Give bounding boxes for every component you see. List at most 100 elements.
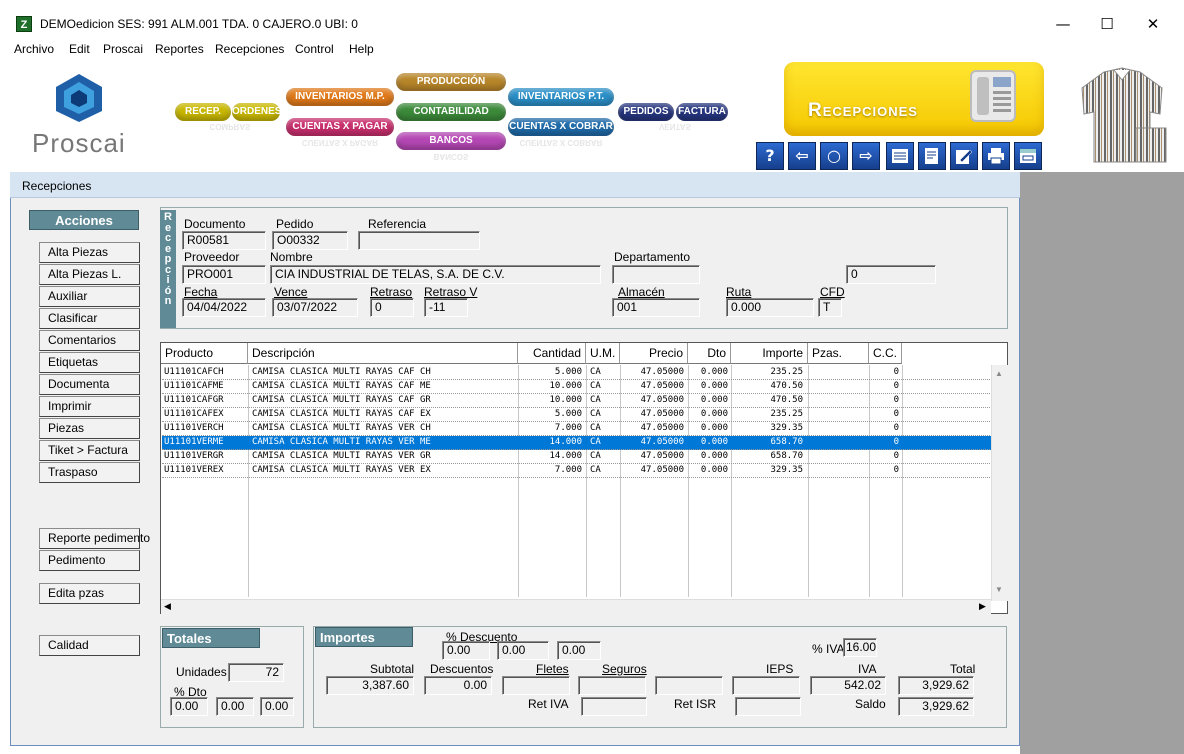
departamento-number-field[interactable]: 0 [846,265,936,284]
cell-importe: 470.50 [770,395,803,405]
print-icon[interactable] [982,142,1010,170]
cfd-field[interactable]: T [818,298,842,317]
almacen-field[interactable]: 001 [612,298,700,317]
window-icon[interactable] [1014,142,1042,170]
edita-pzas-button[interactable]: Edita pzas [39,583,140,604]
table-row[interactable]: U11101CAFCH CAMISA CLASICA MULTI RAYAS CA… [162,366,992,380]
nombre-field[interactable]: CIA INDUSTRIAL DE TELAS, S.A. DE C.V. [270,265,601,284]
scroll-left-icon[interactable]: ◀ [164,601,171,612]
module-inventarios-mp-button[interactable]: INVENTARIOS M.P. [286,88,394,106]
menu-reportes[interactable]: Reportes [155,42,204,56]
vertical-scrollbar[interactable]: ▲ ▼ [991,365,1008,601]
reporte-pedimento-button[interactable]: Reporte pedimento [39,528,150,549]
cell-precio: 47.05000 [640,451,684,461]
back-arrow-icon[interactable]: ⇦ [788,142,816,170]
col-producto[interactable]: Producto [161,343,248,364]
extra-field[interactable] [655,676,723,695]
scroll-right-icon[interactable]: ▶ [979,601,986,612]
seguros-field[interactable] [578,676,646,695]
referencia-field[interactable] [358,231,480,250]
module-inventarios-pt-button[interactable]: INVENTARIOS P.T. [508,88,614,106]
pedido-field[interactable]: O00332 [272,231,348,250]
col-precio[interactable]: Precio [620,343,688,364]
accion-button-documenta[interactable]: Documenta [39,374,140,395]
recepciones-banner: Recepciones [784,62,1044,136]
list-icon[interactable] [886,142,914,170]
pedimento-button[interactable]: Pedimento [39,550,140,571]
search-icon[interactable]: ○ [820,142,848,170]
ieps-field [732,676,800,695]
module-cuentas-x-cobrar-button[interactable]: CUENTAS X COBRAR [508,118,614,136]
table-row[interactable]: U11101VEREX CAMISA CLASICA MULTI RAYAS VE… [162,464,992,478]
departamento-field[interactable] [612,265,700,284]
col-dto[interactable]: Dto [688,343,731,364]
accion-button-alta-piezas[interactable]: Alta Piezas [39,242,140,263]
accion-button-imprimir[interactable]: Imprimir [39,396,140,417]
accion-button-comentarios[interactable]: Comentarios [39,330,140,351]
module-bancos-button[interactable]: BANCOS [396,132,506,150]
module-cuentas-x-pagar-button[interactable]: CUENTAS X PAGAR [286,118,394,136]
table-row[interactable]: U11101CAFGR CAMISA CLASICA MULTI RAYAS CA… [162,394,992,408]
col-importe[interactable]: Importe [731,343,808,364]
referencia-label: Referencia [368,217,427,231]
accion-button-etiquetas[interactable]: Etiquetas [39,352,140,373]
col-pzas[interactable]: Pzas. [808,343,869,364]
edit-icon[interactable] [950,142,978,170]
maximize-icon[interactable]: ☐ [1084,10,1130,38]
products-table[interactable]: Producto Descripción Cantidad U.M. Preci… [160,342,1008,614]
table-row[interactable]: U11101VERME CAMISA CLASICA MULTI RAYAS VE… [162,436,992,450]
fecha-field[interactable]: 04/04/2022 [182,298,266,317]
menu-proscai[interactable]: Proscai [103,42,143,56]
cell-cc: 0 [893,465,899,475]
pdescuento2-field[interactable]: 0.00 [497,641,549,660]
accion-button-clasificar[interactable]: Clasificar [39,308,140,329]
dto3-field[interactable]: 0.00 [260,697,294,716]
module-ordenes-button[interactable]: ORDENES [232,103,281,121]
module-produccion-button[interactable]: PRODUCCIÓN [396,73,506,91]
vence-field[interactable]: 03/07/2022 [272,298,358,317]
col-cc[interactable]: C.C. [869,343,902,364]
calidad-button[interactable]: Calidad [39,635,140,656]
module-pedidos-button[interactable]: PEDIDOS [618,103,674,121]
scroll-up-icon[interactable]: ▲ [995,369,1003,378]
table-row[interactable]: U11101CAFEX CAMISA CLASICA MULTI RAYAS CA… [162,408,992,422]
fletes-field[interactable] [502,676,570,695]
close-icon[interactable]: ✕ [1130,10,1176,38]
pdescuento3-field[interactable]: 0.00 [557,641,601,660]
menu-recepciones[interactable]: Recepciones [215,42,284,56]
pdescuento1-field[interactable]: 0.00 [442,641,490,660]
cell-dto: 0.000 [700,451,728,461]
document-icon[interactable] [918,142,946,170]
col-descripcion[interactable]: Descripción [248,343,518,364]
ruta-field[interactable]: 0.000 [726,298,814,317]
accion-button-tiket-factura[interactable]: Tiket > Factura [39,440,140,461]
menu-archivo[interactable]: Archivo [14,42,54,56]
col-cantidad[interactable]: Cantidad [518,343,586,364]
minimize-icon[interactable]: — [1040,10,1086,38]
proveedor-field[interactable]: PRO001 [182,265,266,284]
accion-button-traspaso[interactable]: Traspaso [39,462,140,483]
menu-edit[interactable]: Edit [69,42,90,56]
help-icon[interactable]: ? [756,142,784,170]
retraso-field[interactable]: 0 [370,298,414,317]
accion-button-piezas[interactable]: Piezas [39,418,140,439]
col-um[interactable]: U.M. [586,343,620,364]
horizontal-scrollbar[interactable]: ◀ ▶ [161,599,991,614]
table-row[interactable]: U11101VERCH CAMISA CLASICA MULTI RAYAS VE… [162,422,992,436]
menu-control[interactable]: Control [295,42,334,56]
accion-button-alta-piezas-l[interactable]: Alta Piezas L. [39,264,140,285]
module-recep-button[interactable]: RECEP. [175,103,231,121]
forward-arrow-icon[interactable]: ⇨ [852,142,880,170]
accion-button-auxiliar[interactable]: Auxiliar [39,286,140,307]
table-row[interactable]: U11101CAFME CAMISA CLASICA MULTI RAYAS CA… [162,380,992,394]
piva-field[interactable]: 16.00 [843,638,877,657]
documento-field[interactable]: R00581 [182,231,266,250]
menu-help[interactable]: Help [349,42,374,56]
table-row[interactable]: U11101VERGR CAMISA CLASICA MULTI RAYAS VE… [162,450,992,464]
dto2-field[interactable]: 0.00 [216,697,254,716]
scroll-down-icon[interactable]: ▼ [995,585,1003,594]
dto1-field[interactable]: 0.00 [170,697,208,716]
retraso-v-field[interactable]: -11 [424,298,468,317]
module-contabilidad-button[interactable]: CONTABILIDAD [396,103,506,121]
module-factura-button[interactable]: FACTURA [676,103,728,121]
